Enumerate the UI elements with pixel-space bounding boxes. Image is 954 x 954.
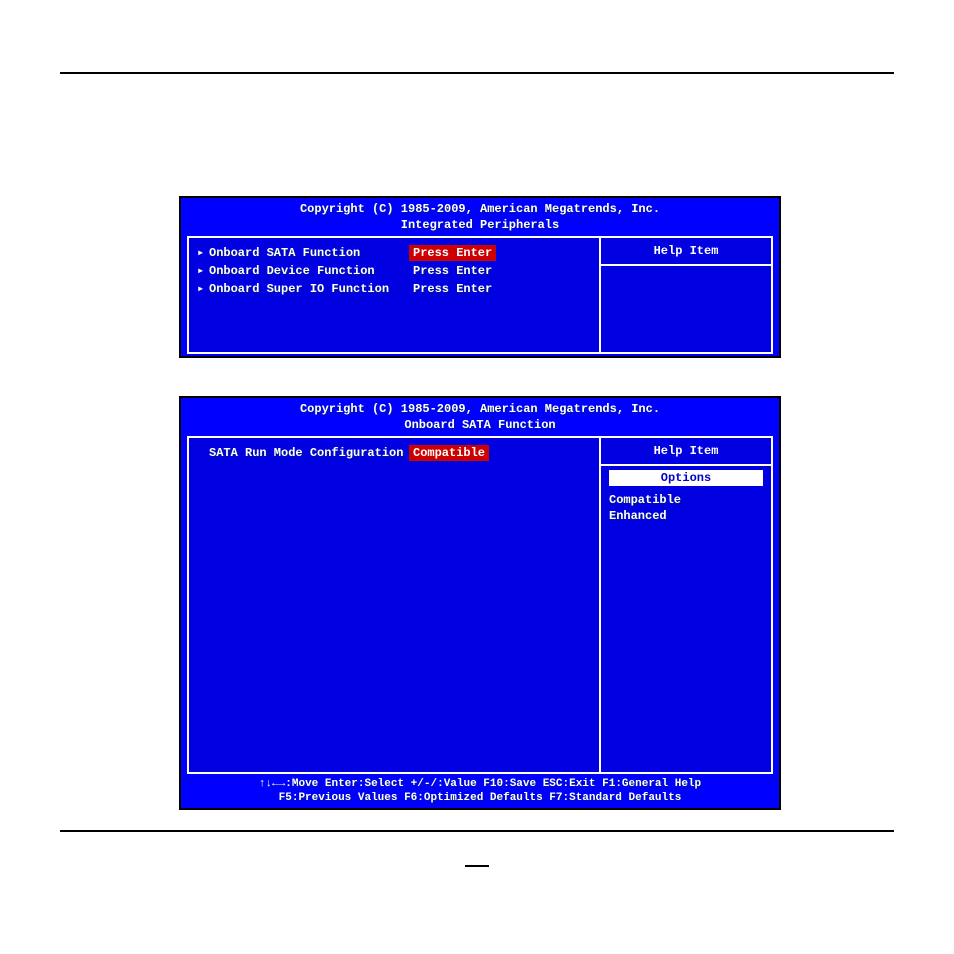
menu-value: Press Enter — [409, 263, 496, 279]
bios-main-panel: ▸ Onboard SATA Function Press Enter ▸ On… — [189, 238, 601, 352]
menu-item-sata-run-mode[interactable]: SATA Run Mode Configuration Compatible — [197, 444, 591, 462]
menu-label: Onboard Super IO Function — [209, 281, 409, 297]
bios-screen-onboard-sata: Copyright (C) 1985-2009, American Megatr… — [179, 396, 781, 810]
horizontal-rule-bottom — [60, 830, 894, 832]
menu-item-onboard-sata[interactable]: ▸ Onboard SATA Function Press Enter — [197, 244, 591, 262]
menu-label: Onboard SATA Function — [209, 245, 409, 261]
screen-title: Integrated Peripherals — [181, 218, 779, 236]
help-content — [601, 266, 771, 278]
menu-item-onboard-device[interactable]: ▸ Onboard Device Function Press Enter — [197, 262, 591, 280]
help-title: Help Item — [601, 438, 771, 466]
option-compatible[interactable]: Compatible — [601, 492, 771, 508]
copyright-header: Copyright (C) 1985-2009, American Megatr… — [181, 198, 779, 218]
page-number-underline — [465, 865, 489, 867]
copyright-header: Copyright (C) 1985-2009, American Megatr… — [181, 398, 779, 418]
menu-label: SATA Run Mode Configuration — [209, 445, 409, 461]
options-header: Options — [609, 470, 763, 486]
menu-label: Onboard Device Function — [209, 263, 409, 279]
footer-line-2: F5:Previous Values F6:Optimized Defaults… — [191, 791, 769, 805]
submenu-arrow-icon: ▸ — [197, 245, 209, 261]
page-number-area — [0, 854, 954, 872]
help-panel: Help Item Options Compatible Enhanced — [601, 438, 771, 772]
screen-title: Onboard SATA Function — [181, 418, 779, 436]
menu-value: Press Enter — [409, 281, 496, 297]
menu-value: Press Enter — [409, 245, 496, 261]
bios-screen-integrated-peripherals: Copyright (C) 1985-2009, American Megatr… — [179, 196, 781, 358]
help-title: Help Item — [601, 238, 771, 266]
bios-main-panel: SATA Run Mode Configuration Compatible — [189, 438, 601, 772]
submenu-arrow-icon: ▸ — [197, 281, 209, 297]
menu-value: Compatible — [409, 445, 489, 461]
horizontal-rule-top — [60, 72, 894, 74]
option-enhanced[interactable]: Enhanced — [601, 508, 771, 524]
footer-line-1: ↑↓←→:Move Enter:Select +/-/:Value F10:Sa… — [191, 777, 769, 791]
help-panel: Help Item — [601, 238, 771, 352]
menu-item-onboard-super-io[interactable]: ▸ Onboard Super IO Function Press Enter — [197, 280, 591, 298]
bios-body: ▸ Onboard SATA Function Press Enter ▸ On… — [187, 236, 773, 354]
submenu-arrow-icon: ▸ — [197, 263, 209, 279]
bios-footer: ↑↓←→:Move Enter:Select +/-/:Value F10:Sa… — [181, 774, 779, 809]
bios-body: SATA Run Mode Configuration Compatible H… — [187, 436, 773, 774]
